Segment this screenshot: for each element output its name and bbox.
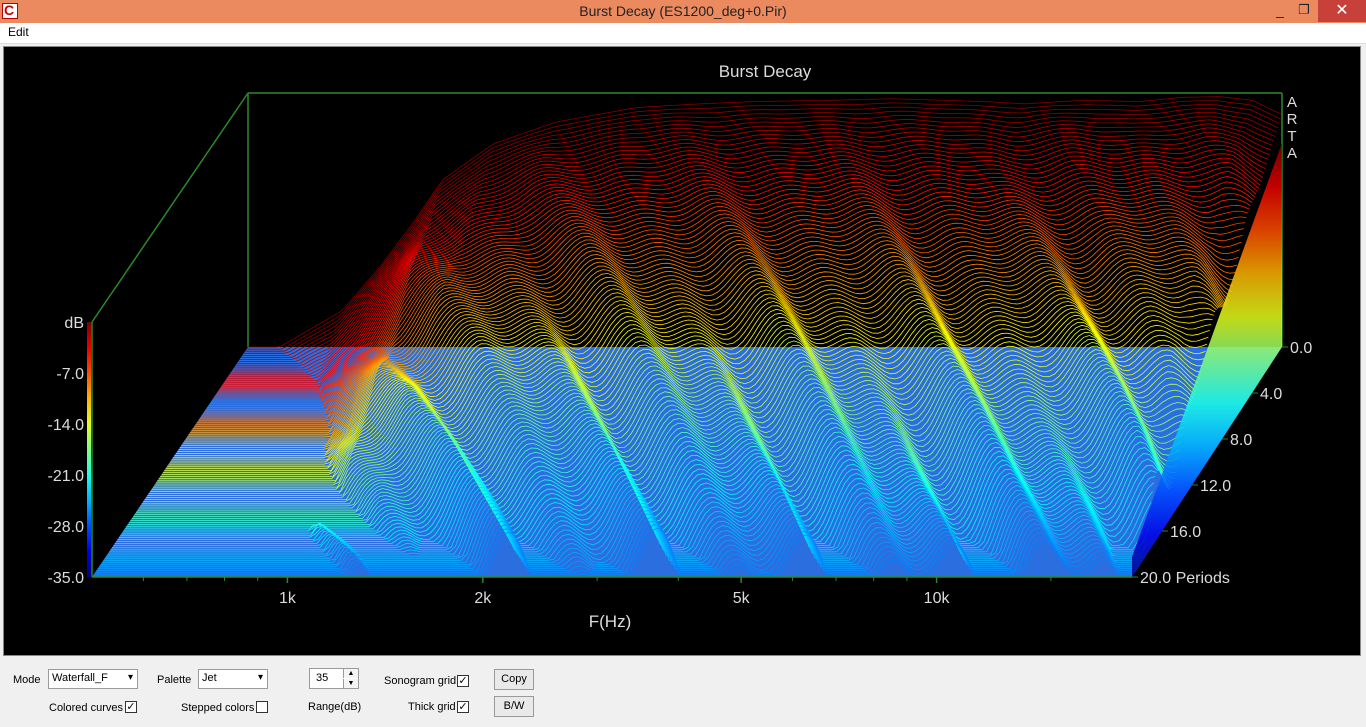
range-spinner[interactable]: 35 ▲ ▼ bbox=[309, 668, 359, 689]
spin-down-icon[interactable]: ▼ bbox=[343, 679, 358, 688]
sonogram-grid-checkbox[interactable]: ✓ bbox=[457, 675, 469, 687]
watermark-letter: A bbox=[1287, 94, 1297, 111]
window-title: Burst Decay (ES1200_deg+0.Pir) bbox=[579, 3, 787, 19]
sonogram-grid-label: Sonogram grid bbox=[384, 675, 457, 687]
bw-button[interactable]: B/W bbox=[494, 696, 534, 717]
x-tick-label: 2k bbox=[474, 590, 492, 607]
y-tick-label: -28.0 bbox=[48, 519, 85, 536]
stepped-colors-label: Stepped colors bbox=[181, 702, 255, 714]
z-tick-label: 12.0 bbox=[1200, 478, 1231, 495]
spin-up-icon[interactable]: ▲ bbox=[343, 669, 358, 678]
watermark-letter: A bbox=[1287, 145, 1297, 162]
z-tick-label: 4.0 bbox=[1260, 386, 1282, 403]
chevron-down-icon: ▾ bbox=[127, 672, 133, 683]
arta-watermark: ARTA bbox=[1287, 94, 1298, 162]
z-tick-label: 0.0 bbox=[1290, 340, 1312, 357]
mode-select[interactable]: Waterfall_F ▾ bbox=[48, 669, 138, 689]
x-axis-label: F(Hz) bbox=[589, 612, 631, 631]
mode-value: Waterfall_F bbox=[52, 672, 108, 684]
thick-grid-checkbox[interactable]: ✓ bbox=[457, 701, 469, 713]
z-tick-label: 8.0 bbox=[1230, 432, 1252, 449]
range-label: Range(dB) bbox=[308, 701, 362, 713]
y-tick-label: -21.0 bbox=[48, 468, 85, 485]
control-panel: Mode Waterfall_F ▾ Palette Jet ▾ 35 ▲ ▼ So… bbox=[0, 656, 1366, 727]
mode-label: Mode bbox=[13, 674, 41, 686]
copy-button[interactable]: Copy bbox=[494, 669, 534, 690]
y-axis: dB -7.0 -14.0 -21.0 -28.0 -35.0 bbox=[48, 315, 85, 587]
waterfall-surface bbox=[92, 96, 1283, 578]
chevron-down-icon: ▾ bbox=[257, 672, 263, 683]
waterfall-curve bbox=[243, 108, 1279, 354]
colored-curves-checkbox[interactable]: ✓ bbox=[125, 701, 137, 713]
palette-value: Jet bbox=[202, 672, 217, 684]
close-button[interactable]: ✕ bbox=[1318, 0, 1366, 22]
x-tick-label: 5k bbox=[733, 590, 751, 607]
thick-grid-label: Thick grid bbox=[408, 701, 456, 713]
palette-label: Palette bbox=[157, 674, 192, 686]
burst-decay-plot: Burst Decay ARTA dB -7.0 -14.0 -21.0 -28.0 -3… bbox=[3, 46, 1361, 656]
y-tick-label: -35.0 bbox=[48, 570, 85, 587]
stepped-colors-checkbox[interactable] bbox=[256, 701, 268, 713]
z-tick-label: 16.0 bbox=[1170, 524, 1201, 541]
chart-title: Burst Decay bbox=[719, 62, 812, 81]
palette-select[interactable]: Jet ▾ bbox=[198, 669, 268, 689]
z-tick-label: 20.0 Periods bbox=[1140, 570, 1230, 587]
x-tick-label: 10k bbox=[924, 590, 951, 607]
frame-edge bbox=[91, 92, 249, 323]
y-tick-label: -14.0 bbox=[48, 417, 85, 434]
waterfall-chart: Burst Decay ARTA dB -7.0 -14.0 -21.0 -28.0 -3… bbox=[48, 62, 1313, 631]
y-tick-label: -7.0 bbox=[56, 366, 84, 383]
y-tick-label: dB bbox=[64, 315, 84, 332]
waterfall-curve bbox=[229, 148, 1265, 375]
title-bar: C Burst Decay (ES1200_deg+0.Pir) _ ❐ ✕ bbox=[0, 0, 1366, 23]
maximize-button[interactable]: ❐ bbox=[1290, 0, 1318, 22]
colorbar bbox=[87, 322, 91, 577]
menu-bar: Edit bbox=[0, 23, 1366, 44]
range-value: 35 bbox=[316, 672, 329, 684]
colored-curves-label: Colored curves bbox=[49, 702, 123, 714]
watermark-letter: T bbox=[1287, 128, 1296, 145]
x-tick-label: 1k bbox=[279, 590, 297, 607]
watermark-letter: R bbox=[1287, 111, 1298, 128]
menu-edit[interactable]: Edit bbox=[8, 25, 29, 39]
x-axis: 1k 2k 5k 10k bbox=[142, 577, 1052, 607]
